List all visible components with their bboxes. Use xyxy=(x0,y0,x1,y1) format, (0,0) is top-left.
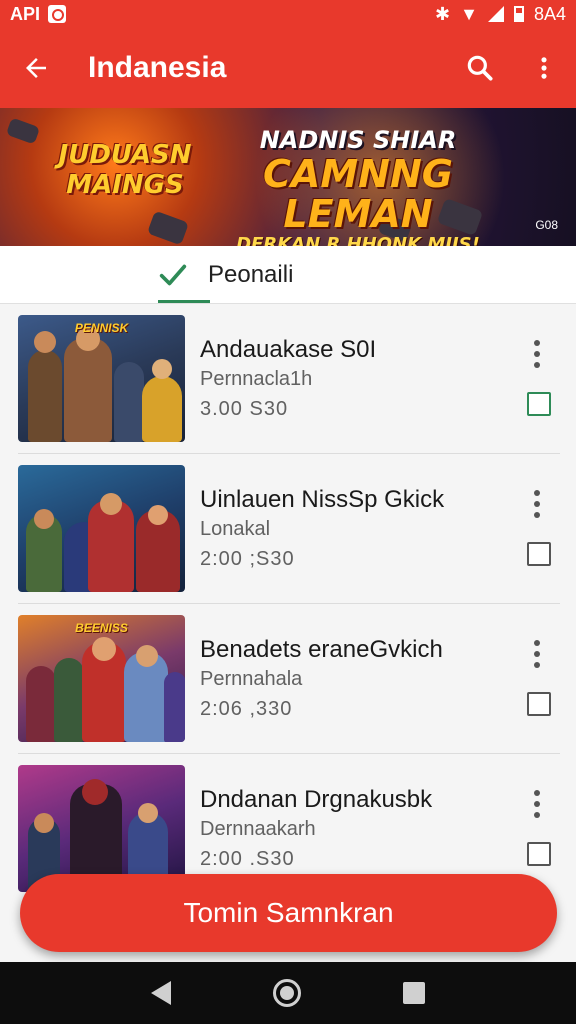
promo-banner[interactable]: JUDUASN MAINGS NADNIS SHIAR CAMNNG LEMAN… xyxy=(0,108,576,246)
wifi-icon: ▼ xyxy=(460,3,478,24)
nav-back-icon[interactable] xyxy=(151,981,171,1005)
item-subtitle: Pernnahala xyxy=(200,668,303,690)
list-item[interactable]: PENNISK Andauakase S0I Pernnacla1h 3.00 … xyxy=(0,304,576,454)
banner-right-line1: NADNIS SHIAR xyxy=(259,126,457,154)
banner-right-text: NADNIS SHIAR CAMNNG LEMAN DERKAN R HHONK… xyxy=(208,126,508,246)
item-checkbox[interactable] xyxy=(527,542,551,566)
banner-left-text: JUDUASN MAINGS xyxy=(40,140,210,200)
status-left-text: API xyxy=(10,3,41,24)
item-title: Dndanan Drgnakusbk xyxy=(200,786,433,813)
nav-recents-icon[interactable] xyxy=(403,982,425,1004)
nav-home-icon[interactable] xyxy=(273,979,301,1007)
system-nav-bar xyxy=(0,962,576,1024)
banner-debris xyxy=(5,117,41,145)
item-title: Benadets eraneGvkich xyxy=(200,636,443,663)
banner-debris xyxy=(146,210,190,246)
tab-row: Peonaili xyxy=(0,246,576,304)
banner-right-line3: DERKAN R HHONK MIIS! xyxy=(236,234,480,246)
tab-label: Peonaili xyxy=(208,261,294,288)
signal-icon xyxy=(487,6,504,22)
overflow-menu-button[interactable] xyxy=(512,28,576,108)
more-vert-icon xyxy=(541,57,547,79)
tab-indicator xyxy=(158,300,210,303)
back-button[interactable] xyxy=(0,28,72,108)
item-price: 2:00 ;S30 xyxy=(200,548,295,570)
list-item[interactable]: BEENISS Benadets eraneGvkich Pernnahala … xyxy=(0,604,576,754)
thumb-label: BEENISS xyxy=(75,621,128,635)
banner-left-line2: MAINGS xyxy=(66,170,184,200)
list-item[interactable]: Uinlauen NissSp Gkick Lonakal 2:00 ;S30 xyxy=(0,454,576,604)
notification-icon xyxy=(48,5,67,23)
primary-action-label: Tomin Samnkran xyxy=(183,897,394,928)
page-title: Indanesia xyxy=(88,51,227,84)
item-price: 2:06 ,330 xyxy=(200,698,293,720)
thumb-label: PENNISK xyxy=(74,321,129,335)
item-price: 2:00 .S30 xyxy=(200,848,295,870)
item-list: PENNISK Andauakase S0I Pernnacla1h 3.00 … xyxy=(0,304,576,962)
item-thumbnail xyxy=(18,765,185,892)
item-thumbnail: PENNISK xyxy=(18,315,185,442)
status-time: 8A4 xyxy=(533,3,566,24)
bluetooth-icon: ✱ xyxy=(435,3,451,24)
search-icon xyxy=(467,55,493,81)
item-more-button[interactable] xyxy=(524,638,550,670)
app-bar: Indanesia xyxy=(0,28,576,108)
status-right: ✱ ▼ 8A4 xyxy=(435,4,566,25)
item-more-button[interactable] xyxy=(524,338,550,370)
item-subtitle: Dernnaakarh xyxy=(200,818,316,840)
item-checkbox[interactable] xyxy=(527,842,551,866)
check-icon xyxy=(159,264,187,286)
item-title: Andauakase S0I xyxy=(200,336,377,363)
item-subtitle: Pernnacla1h xyxy=(200,368,313,390)
banner-left-line1: JUDUASN xyxy=(58,140,192,170)
item-title: Uinlauen NissSp Gkick xyxy=(200,486,445,513)
item-checkbox[interactable] xyxy=(527,392,551,416)
primary-action-button[interactable]: Tomin Samnkran xyxy=(20,874,557,952)
item-price: 3.00 S30 xyxy=(200,398,289,420)
search-button[interactable] xyxy=(448,28,512,108)
status-bar: API ✱ ▼ 8A4 xyxy=(0,0,576,28)
item-more-button[interactable] xyxy=(524,788,550,820)
battery-icon xyxy=(513,6,524,22)
banner-right-line2: CAMNNG LEMAN xyxy=(263,152,453,236)
item-thumbnail: BEENISS xyxy=(18,615,185,742)
item-thumbnail xyxy=(18,465,185,592)
status-left: API xyxy=(10,3,67,25)
arrow-back-icon xyxy=(26,58,46,78)
item-subtitle: Lonakal xyxy=(200,518,271,540)
item-checkbox[interactable] xyxy=(527,692,551,716)
item-more-button[interactable] xyxy=(524,488,550,520)
banner-badge: G08 xyxy=(535,218,558,232)
tab-peonaili[interactable]: Peonaili xyxy=(156,246,293,304)
